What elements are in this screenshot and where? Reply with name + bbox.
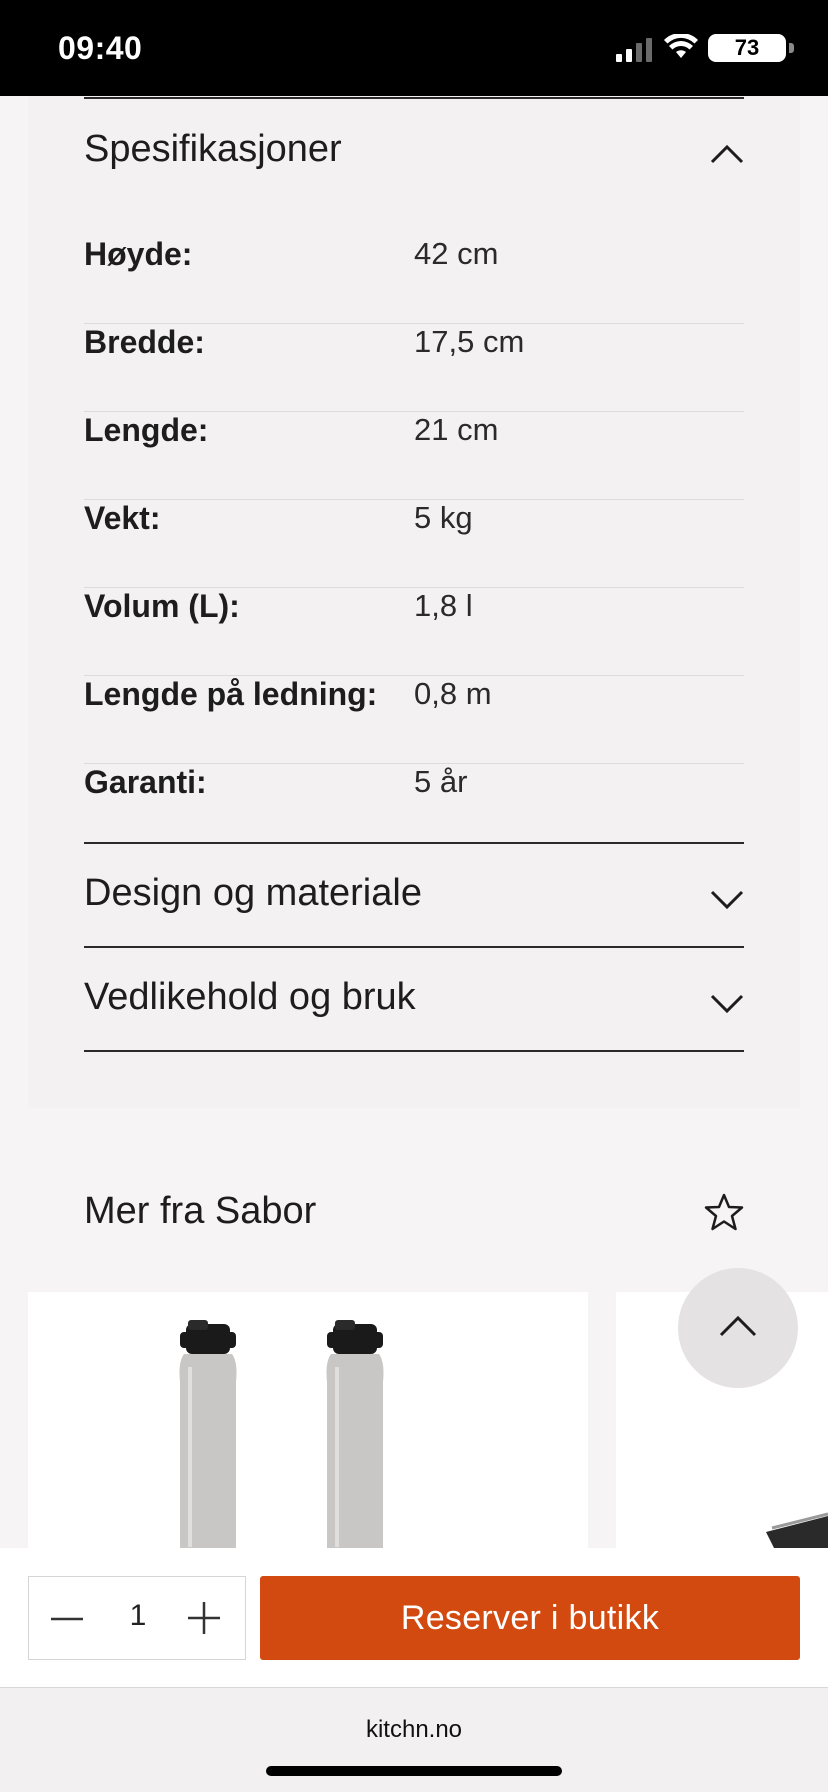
url-text[interactable]: kitchn.no (0, 1716, 828, 1744)
status-icons: 73 (594, 34, 794, 64)
product-image (179, 1320, 384, 1552)
spec-label: Lengde på ledning: (84, 676, 378, 712)
maintenance-heading[interactable]: Vedlikehold og bruk (84, 976, 416, 1019)
spec-row: Garanti: 5 år (84, 764, 744, 852)
spec-row: Bredde: 17,5 cm (84, 324, 744, 412)
section-divider (84, 1050, 744, 1052)
spec-label: Høyde: (84, 236, 193, 272)
spec-value: 21 cm (414, 412, 499, 447)
spec-value: 17,5 cm (414, 324, 525, 359)
chevron-down-icon[interactable] (710, 994, 744, 1014)
spec-label: Bredde: (84, 324, 205, 360)
quantity-stepper: 1 (28, 1576, 246, 1660)
plus-icon[interactable] (187, 1601, 221, 1635)
battery-tip (789, 43, 794, 53)
spec-label: Volum (L): (84, 588, 240, 624)
spec-label: Lengde: (84, 412, 209, 448)
chevron-up-icon[interactable] (710, 144, 744, 164)
spec-row: Lengde på ledning: 0,8 m (84, 676, 744, 764)
battery-icon: 73 (708, 34, 794, 62)
spec-value: 0,8 m (414, 676, 492, 711)
chevron-down-icon[interactable] (710, 890, 744, 910)
spec-value: 5 kg (414, 500, 473, 535)
browser-bar: kitchn.no (0, 1688, 828, 1792)
spec-value: 5 år (414, 764, 468, 799)
spec-row: Vekt: 5 kg (84, 500, 744, 588)
arrow-up-icon (719, 1315, 757, 1337)
spec-row: Volum (L): 1,8 l (84, 588, 744, 676)
spec-value: 1,8 l (414, 588, 473, 623)
scroll-to-top-button[interactable] (678, 1268, 798, 1388)
spec-value: 42 cm (414, 236, 499, 271)
section-divider (84, 842, 744, 844)
home-indicator[interactable] (266, 1766, 562, 1776)
spec-row: Høyde: 42 cm (84, 236, 744, 324)
wifi-icon (664, 34, 698, 58)
status-time: 09:40 (58, 30, 143, 66)
reserve-in-store-button[interactable]: Reserver i butikk (260, 1576, 800, 1660)
product-card[interactable] (28, 1292, 588, 1552)
specifications-heading[interactable]: Spesifikasjoner (84, 128, 342, 171)
status-bar: 09:40 73 (0, 0, 828, 96)
design-materials-heading[interactable]: Design og materiale (84, 872, 422, 915)
star-icon[interactable] (704, 1192, 744, 1232)
spec-label: Garanti: (84, 764, 207, 800)
panel-divider-top (84, 97, 744, 99)
battery-level: 73 (708, 34, 786, 62)
section-divider (84, 946, 744, 948)
signal-icon (616, 38, 652, 62)
more-from-heading: Mer fra Sabor (84, 1190, 317, 1232)
spec-row: Lengde: 21 cm (84, 412, 744, 500)
action-bar: 1 Reserver i butikk (0, 1548, 828, 1688)
spec-label: Vekt: (84, 500, 161, 536)
